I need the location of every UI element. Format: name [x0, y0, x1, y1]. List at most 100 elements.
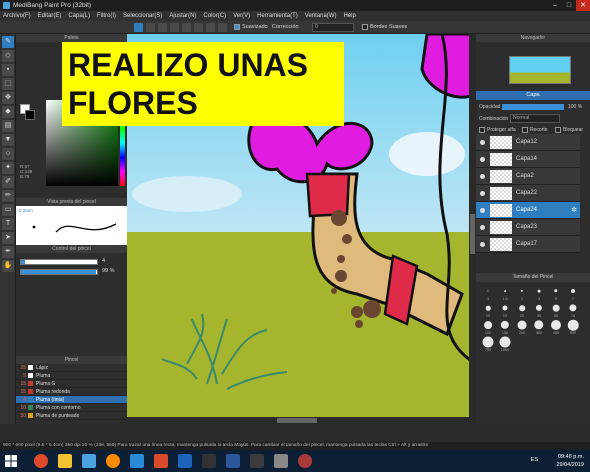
menu-ventana[interactable]: Ventana(W)	[305, 13, 337, 19]
brush-item-selected[interactable]: 4 Pluma (tinta)	[16, 396, 127, 404]
vscroll-thumb[interactable]	[470, 214, 475, 254]
brush-size-slider[interactable]: 4	[20, 258, 120, 265]
eye-icon[interactable]	[480, 225, 485, 230]
windows-start-icon[interactable]	[4, 454, 18, 468]
brush-item[interactable]: 50 Pluma de punteado	[16, 412, 127, 420]
brush-size-option[interactable]: 500	[565, 319, 581, 335]
brush-size-option[interactable]: 1.5	[497, 285, 513, 301]
brush-size-option[interactable]: 300	[531, 319, 547, 335]
settings-icon[interactable]	[274, 454, 288, 468]
photos-icon[interactable]	[130, 454, 144, 468]
brush-size-track[interactable]	[20, 259, 98, 265]
eye-icon[interactable]	[480, 208, 485, 213]
firefox-icon[interactable]	[106, 454, 120, 468]
app-icon-extra[interactable]	[298, 454, 312, 468]
menu-help[interactable]: Help	[343, 13, 355, 19]
store-icon[interactable]	[82, 454, 96, 468]
radial-button[interactable]	[218, 23, 227, 32]
brush-item[interactable]: 10 Pluma con contorno	[16, 404, 127, 412]
fill-tool[interactable]: ◆	[2, 106, 14, 118]
snap-button[interactable]	[146, 23, 155, 32]
maximize-button[interactable]: □	[562, 0, 576, 11]
brush-size-option[interactable]: 5	[548, 285, 564, 301]
symmetry-button[interactable]	[206, 23, 215, 32]
magic-wand-tool[interactable]: ✦	[2, 162, 14, 174]
clock[interactable]: 09:48 p.m. 29/04/2019	[556, 453, 584, 469]
eyedropper-tool[interactable]: ✒	[2, 246, 14, 258]
brush-opacity-track[interactable]	[20, 269, 98, 275]
canvas-horizontal-scrollbar[interactable]	[127, 417, 476, 424]
brush-item[interactable]: 25 Lápiz	[16, 364, 127, 372]
ruler-snap-button[interactable]	[170, 23, 179, 32]
brush-size-option[interactable]: 700	[480, 336, 496, 352]
brush-size-option[interactable]: 100	[480, 319, 496, 335]
word-icon[interactable]	[226, 454, 240, 468]
hand-tool[interactable]: ✋	[2, 260, 14, 272]
menu-ver[interactable]: Ver(V)	[233, 13, 250, 19]
text-tool[interactable]: T	[2, 218, 14, 230]
layer-row[interactable]: Capa12	[476, 134, 580, 151]
minimize-button[interactable]: –	[548, 0, 562, 11]
office-icon[interactable]	[154, 454, 168, 468]
brush-size-option[interactable]: 150	[497, 319, 513, 335]
brush-size-option[interactable]: 10	[480, 302, 496, 318]
brush-size-option[interactable]: 200	[514, 319, 530, 335]
brush-tool[interactable]: ✎	[2, 36, 14, 48]
blend-mode-select[interactable]: Normal	[510, 114, 560, 123]
close-button[interactable]: ✕	[576, 0, 590, 11]
gradient-tool[interactable]: ▤	[2, 120, 14, 132]
brush-size-option[interactable]: 30	[531, 302, 547, 318]
eye-icon[interactable]	[480, 174, 485, 179]
chrome-icon[interactable]	[34, 454, 48, 468]
language-indicator[interactable]: ES	[531, 457, 538, 463]
menu-herramienta[interactable]: Herramienta(T)	[257, 13, 298, 19]
layer-row[interactable]: Capa2	[476, 168, 580, 185]
brush-size-option[interactable]: 20	[514, 302, 530, 318]
menu-editar[interactable]: Editar(E)	[38, 13, 62, 19]
brush-opacity-slider[interactable]: 99 %	[20, 268, 120, 275]
move-tool[interactable]: ✥	[2, 92, 14, 104]
primary-color-swatch[interactable]	[25, 110, 35, 120]
eye-icon[interactable]	[480, 157, 485, 162]
media-player-icon[interactable]	[202, 454, 216, 468]
brush-size-option[interactable]: 3	[531, 285, 547, 301]
hscroll-thumb[interactable]	[277, 418, 317, 423]
eye-icon[interactable]	[480, 242, 485, 247]
layer-opacity-slider[interactable]	[502, 104, 564, 110]
menu-ajustar[interactable]: Ajustar(N)	[169, 13, 196, 19]
select-tool[interactable]: ⬚	[2, 78, 14, 90]
brush-size-option[interactable]: 7	[565, 285, 581, 301]
lock-checkbox[interactable]	[555, 127, 561, 133]
border-checkbox[interactable]	[362, 24, 368, 30]
outlook-icon[interactable]	[178, 454, 192, 468]
correction-select[interactable]: 0	[312, 23, 354, 32]
perspective-snap-button[interactable]	[194, 23, 203, 32]
operation-tool[interactable]: ➤	[2, 232, 14, 244]
layer-row[interactable]: Capa23	[476, 219, 580, 236]
brush-size-option[interactable]: 1	[480, 285, 496, 301]
eraser-tool[interactable]: ◇	[2, 50, 14, 62]
navigator-thumbnail[interactable]	[509, 56, 571, 84]
dot-tool[interactable]: ▪	[2, 64, 14, 76]
lasso-tool[interactable]: ○	[2, 148, 14, 160]
medibang-icon[interactable]	[250, 454, 264, 468]
file-explorer-icon[interactable]	[58, 454, 72, 468]
brush-item[interactable]: 15 Pluma redonda	[16, 388, 127, 396]
menu-archivo[interactable]: Archivo(F)	[3, 13, 31, 19]
brush-size-option[interactable]: 2	[514, 285, 530, 301]
bucket-tool[interactable]: ▼	[2, 134, 14, 146]
pointer-mode-button[interactable]	[134, 23, 143, 32]
eye-icon[interactable]	[480, 140, 485, 145]
brush-size-option[interactable]: 1000	[497, 336, 513, 352]
layer-row[interactable]: Capa22	[476, 185, 580, 202]
clip-checkbox[interactable]	[522, 127, 528, 133]
divide-tool[interactable]: ▭	[2, 204, 14, 216]
eye-icon[interactable]	[480, 191, 485, 196]
menu-capa[interactable]: Capa(L)	[68, 13, 90, 19]
brush-size-option[interactable]: 400	[548, 319, 564, 335]
gear-icon[interactable]: ✲	[571, 206, 577, 214]
menu-filtro[interactable]: Filtro(I)	[97, 13, 116, 19]
grid-snap-button[interactable]	[158, 23, 167, 32]
layer-row[interactable]: Capa14	[476, 151, 580, 168]
menu-color[interactable]: Color(C)	[203, 13, 226, 19]
